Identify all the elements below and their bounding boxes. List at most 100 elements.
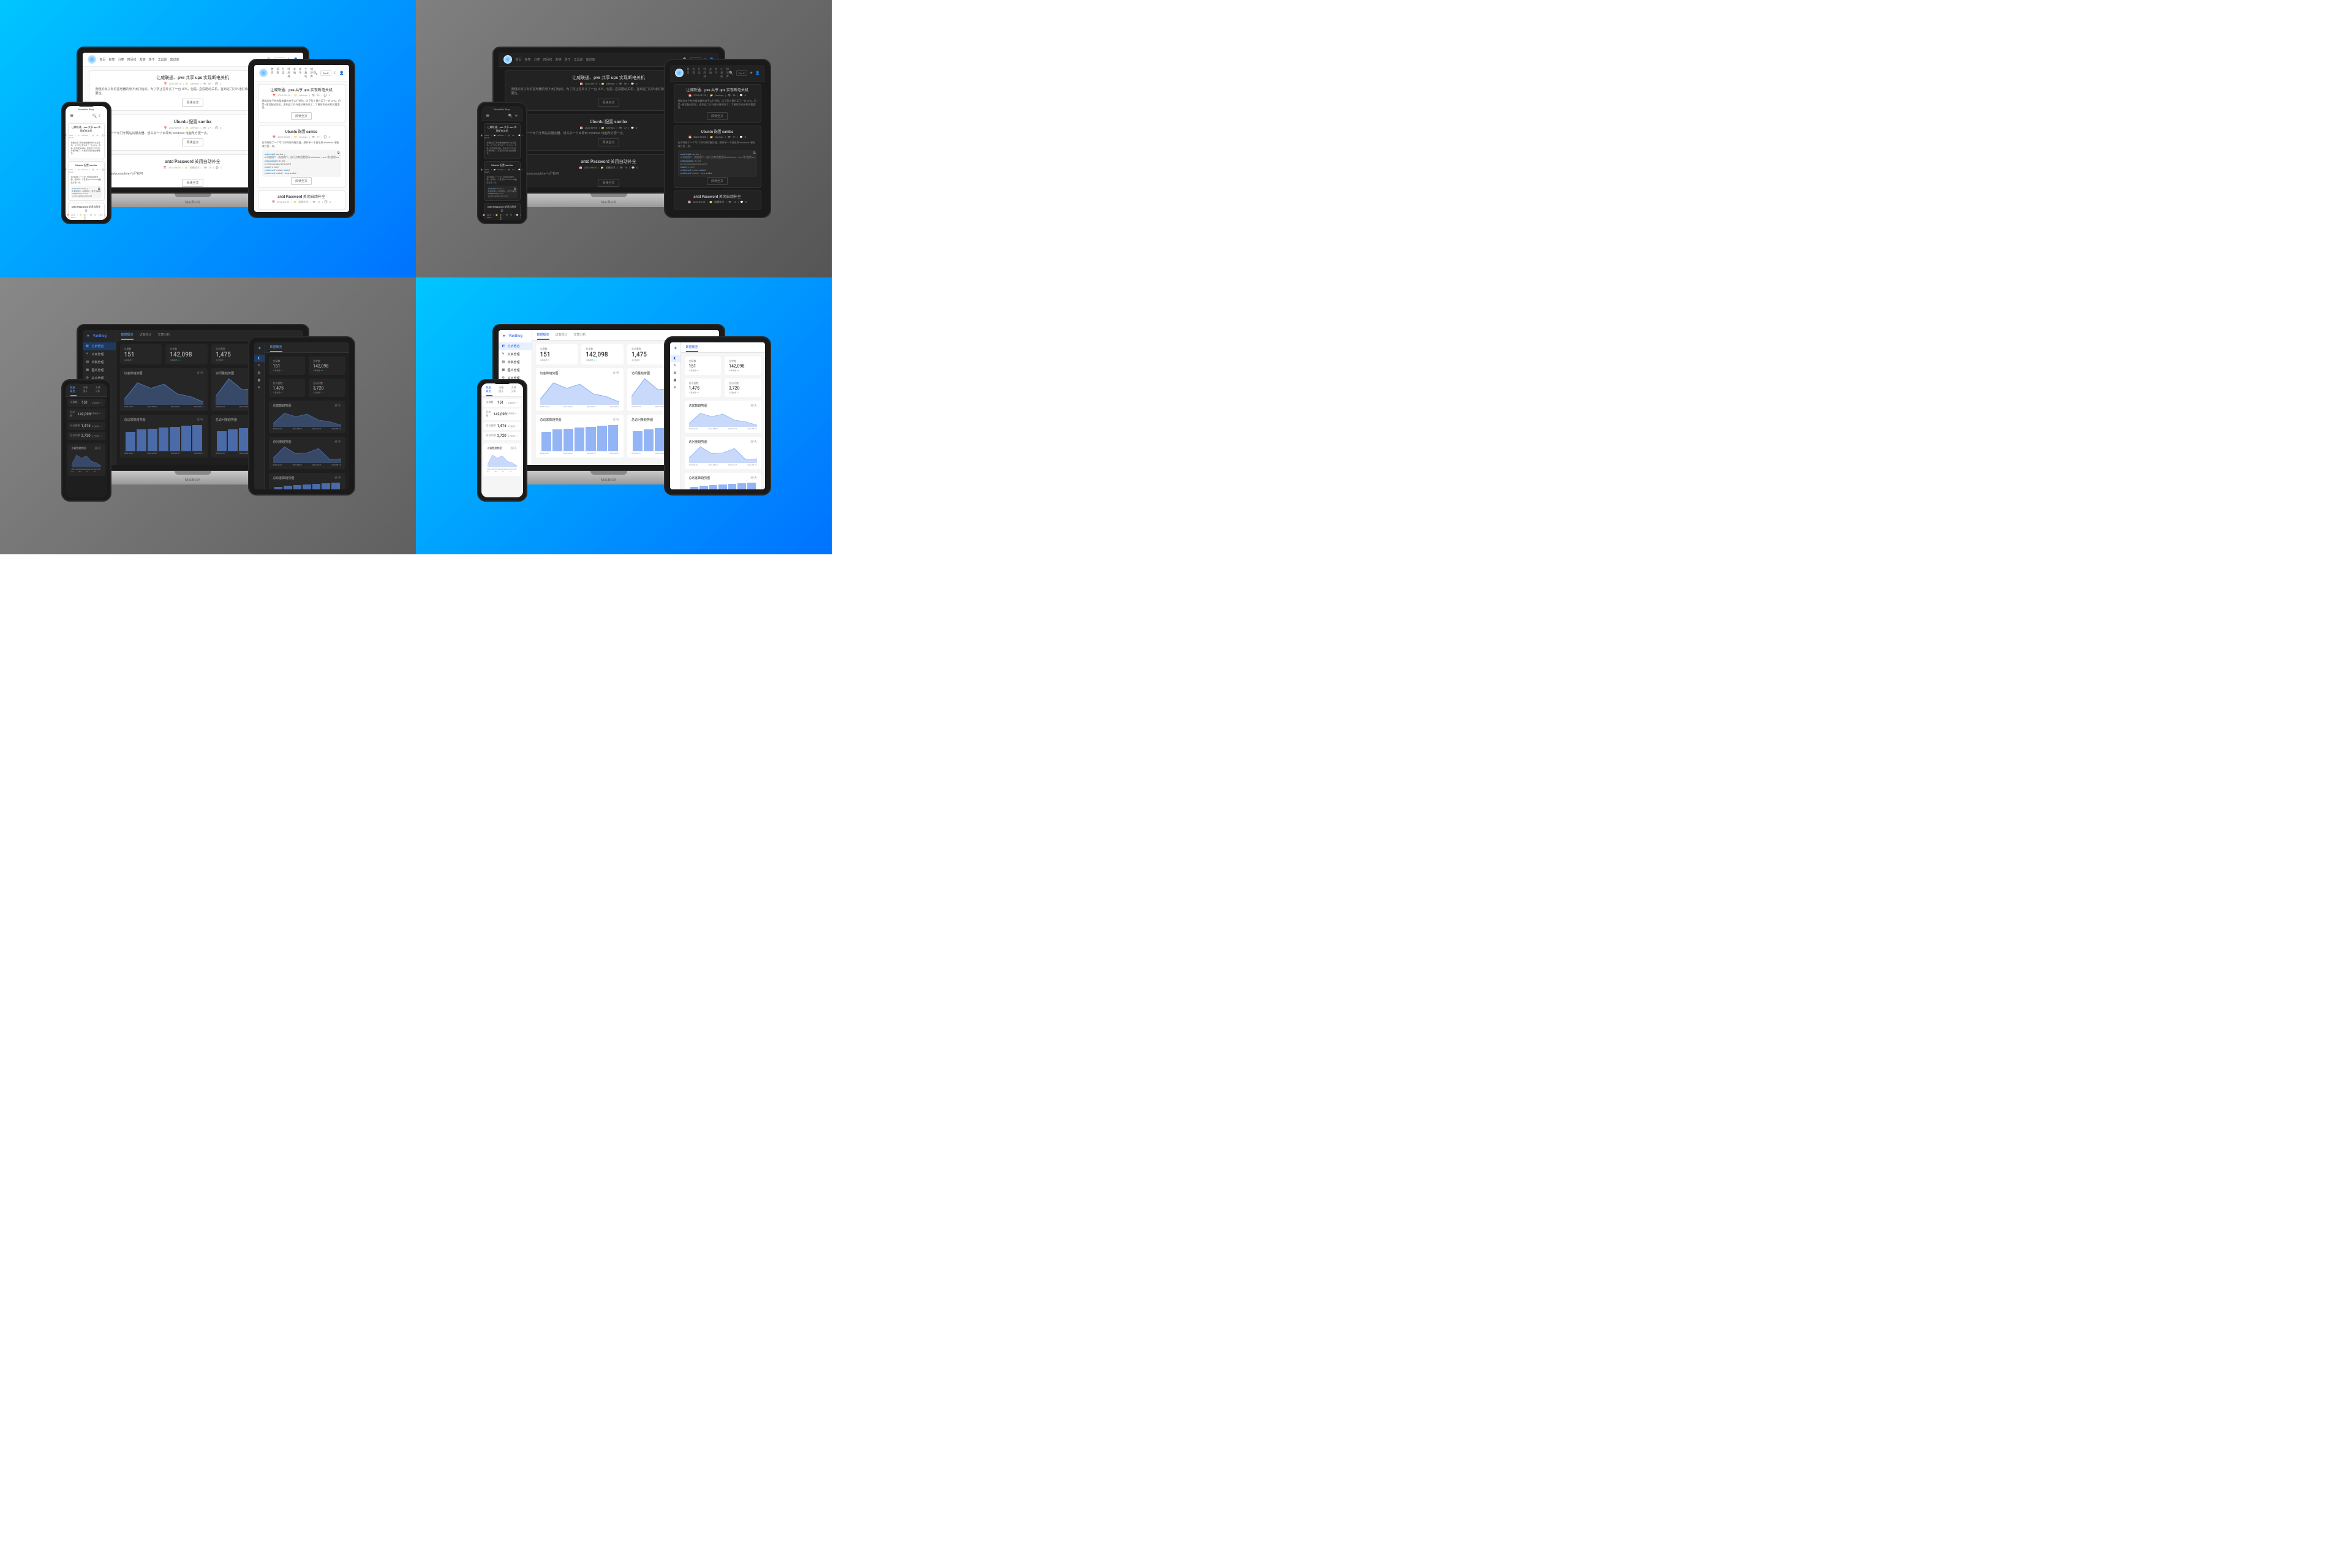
- tab-2[interactable]: 文章分析: [96, 386, 102, 396]
- post-title[interactable]: Ubuntu 配置 samba: [71, 164, 102, 167]
- nav-item-5[interactable]: 关于: [149, 58, 155, 62]
- read-more-button[interactable]: 阅读全文: [182, 99, 203, 107]
- post-title[interactable]: 让威联通、pve 共享 ups 实现断电关机: [262, 87, 341, 92]
- post-title[interactable]: Ubuntu 配置 samba: [678, 129, 757, 134]
- nav-item-1[interactable]: 标签: [109, 58, 115, 62]
- sidebar-item-1[interactable]: ✎ 文章管理: [670, 362, 680, 369]
- nav-item-6[interactable]: 工具站: [574, 58, 583, 62]
- nav-item-5[interactable]: 关于: [299, 67, 301, 78]
- nav-item-0[interactable]: 首页: [271, 67, 274, 78]
- menu-icon[interactable]: ☰: [486, 114, 489, 118]
- nav-item-4[interactable]: 友链: [293, 67, 296, 78]
- site-logo[interactable]: [503, 55, 512, 64]
- chart-period-toggle[interactable]: 近7天: [334, 404, 341, 408]
- tab-0[interactable]: 数据概览: [70, 386, 77, 396]
- chart-period-toggle[interactable]: 近7天: [510, 447, 516, 450]
- nav-item-2[interactable]: 分类: [282, 67, 285, 78]
- admin-logo[interactable]: ✦ VanBlog: [499, 333, 532, 342]
- theme-toggle-icon[interactable]: ☾: [334, 71, 337, 75]
- nav-item-1[interactable]: 标签: [277, 67, 279, 78]
- post-title[interactable]: 让威联通、pve 共享 ups 实现断电关机: [71, 126, 102, 133]
- post-title[interactable]: antd Password 关闭自动补全: [71, 205, 102, 213]
- read-more-button[interactable]: 阅读全文: [598, 138, 619, 146]
- nav-item-3[interactable]: 时间线: [704, 67, 707, 78]
- search-icon[interactable]: 🔍: [92, 114, 97, 118]
- sidebar-item-3[interactable]: ▦ 图片管理: [670, 377, 680, 384]
- post-title[interactable]: 让威联通、pve 共享 ups 实现断电关机: [487, 126, 518, 133]
- sidebar-item-1[interactable]: ✎ 文章管理: [83, 350, 116, 358]
- site-logo[interactable]: [675, 69, 684, 77]
- chart-period-toggle[interactable]: 近7天: [750, 440, 756, 444]
- sidebar-item-3[interactable]: ▦ 图片管理: [499, 366, 532, 374]
- tab-0[interactable]: 数据概览: [121, 333, 134, 340]
- chart-period-toggle[interactable]: 近7天: [197, 418, 203, 422]
- site-logo[interactable]: [259, 69, 268, 77]
- nav-item-6[interactable]: 工具站: [304, 67, 307, 78]
- post-title[interactable]: antd Password 关闭自动补全: [487, 205, 518, 213]
- nav-item-1[interactable]: 标签: [693, 67, 695, 78]
- sidebar-item-2[interactable]: ▤ 草稿管理: [499, 358, 532, 366]
- read-more-button[interactable]: 阅读全文: [182, 138, 203, 146]
- sidebar-item-0[interactable]: ◧ 分析概览: [670, 355, 680, 362]
- sidebar-item-1[interactable]: ✎ 文章管理: [254, 362, 265, 369]
- nav-item-5[interactable]: 关于: [565, 58, 571, 62]
- copy-icon[interactable]: ⧉: [753, 151, 756, 155]
- sidebar-item-2[interactable]: ▤ 草稿管理: [254, 369, 265, 377]
- nav-item-2[interactable]: 分类: [534, 58, 540, 62]
- post-title[interactable]: antd Password 关闭自动补全: [678, 194, 757, 199]
- sidebar-item-2[interactable]: ▤ 草稿管理: [83, 358, 116, 366]
- nav-item-3[interactable]: 时间线: [543, 58, 552, 62]
- nav-item-2[interactable]: 分类: [698, 67, 701, 78]
- tab-0[interactable]: 数据概览: [686, 345, 698, 352]
- nav-item-3[interactable]: 时间线: [127, 58, 137, 62]
- theme-toggle-icon[interactable]: ☀: [514, 114, 518, 118]
- read-more-button[interactable]: 阅读全文: [707, 112, 728, 120]
- chart-period-toggle[interactable]: 近7天: [334, 440, 341, 444]
- theme-toggle-icon[interactable]: ☀: [750, 71, 753, 75]
- admin-logo[interactable]: ✦ VanBlog: [254, 345, 265, 355]
- user-icon[interactable]: 👤: [339, 71, 344, 75]
- tab-2[interactable]: 文章分析: [158, 333, 170, 340]
- chart-period-toggle[interactable]: 近7天: [750, 476, 756, 480]
- nav-item-7[interactable]: 知识库: [170, 58, 179, 62]
- tab-1[interactable]: 访客统计: [83, 386, 89, 396]
- copy-icon[interactable]: ⧉: [337, 151, 340, 155]
- search-icon[interactable]: 🔍: [508, 114, 513, 118]
- admin-logo[interactable]: ✦ VanBlog: [83, 333, 116, 342]
- tab-1[interactable]: 访客统计: [556, 333, 568, 340]
- chart-period-toggle[interactable]: 近7天: [750, 404, 756, 408]
- tab-1[interactable]: 访客统计: [140, 333, 152, 340]
- nav-item-4[interactable]: 友链: [140, 58, 146, 62]
- nav-item-0[interactable]: 首页: [687, 67, 690, 78]
- tab-2[interactable]: 文章分析: [574, 333, 586, 340]
- sidebar-item-3[interactable]: ▦ 图片管理: [83, 366, 116, 374]
- search-icon[interactable]: 🔍: [313, 71, 317, 75]
- nav-item-6[interactable]: 工具站: [720, 67, 723, 78]
- nav-item-2[interactable]: 分类: [118, 58, 124, 62]
- menu-icon[interactable]: ☰: [70, 114, 74, 118]
- sidebar-item-0[interactable]: ◧ 分析概览: [83, 342, 116, 350]
- nav-item-4[interactable]: 友链: [556, 58, 562, 62]
- post-title[interactable]: 让威联通、pve 共享 ups 实现断电关机: [678, 87, 757, 92]
- copy-icon[interactable]: ⧉: [98, 187, 100, 191]
- user-icon[interactable]: 👤: [755, 71, 760, 75]
- nav-item-0[interactable]: 首页: [100, 58, 106, 62]
- sidebar-item-3[interactable]: ▦ 图片管理: [254, 377, 265, 384]
- search-icon[interactable]: 🔍: [729, 71, 733, 75]
- tab-1[interactable]: 访客统计: [499, 386, 505, 396]
- nav-item-7[interactable]: 知识库: [586, 58, 595, 62]
- sidebar-item-0[interactable]: ◧ 分析概览: [499, 342, 532, 350]
- read-more-button[interactable]: 阅读全文: [182, 179, 203, 187]
- tab-0[interactable]: 数据概览: [486, 386, 493, 396]
- nav-item-4[interactable]: 友链: [709, 67, 712, 78]
- nav-item-1[interactable]: 标签: [525, 58, 531, 62]
- post-title[interactable]: Ubuntu 配置 samba: [262, 129, 341, 134]
- read-more-button[interactable]: 阅读全文: [598, 179, 619, 187]
- read-more-button[interactable]: 阅读全文: [291, 177, 312, 185]
- chart-period-toggle[interactable]: 近7天: [613, 418, 619, 422]
- chart-period-toggle[interactable]: 近7天: [94, 447, 100, 450]
- tab-0[interactable]: 数据概览: [270, 345, 282, 352]
- chart-period-toggle[interactable]: 近7天: [613, 371, 619, 375]
- sidebar-item-2[interactable]: ▤ 草稿管理: [670, 369, 680, 377]
- read-more-button[interactable]: 阅读全文: [707, 177, 728, 185]
